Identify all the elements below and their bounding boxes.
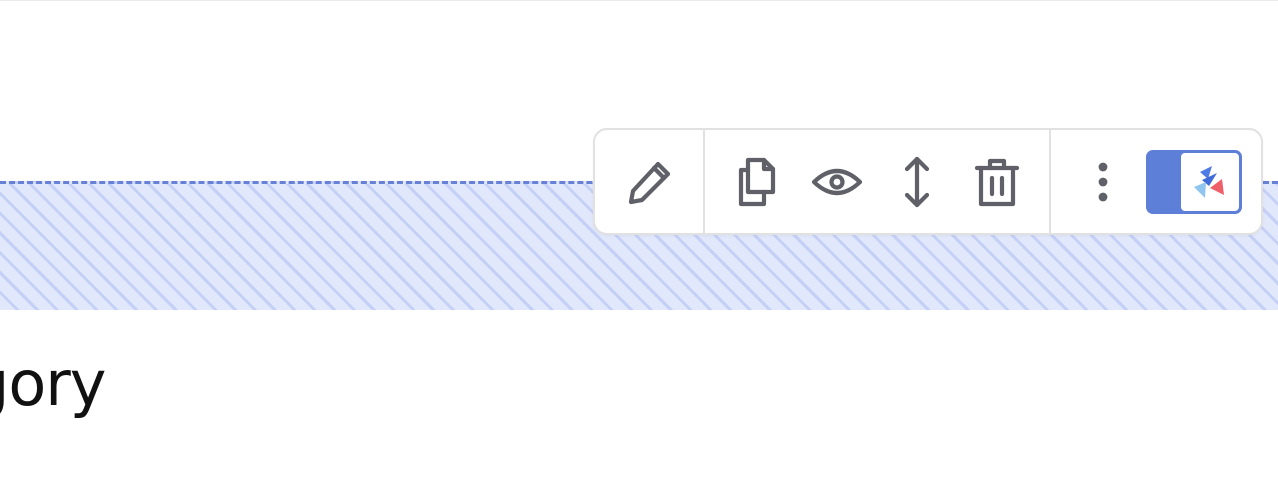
block-toolbar xyxy=(593,128,1263,235)
vertical-dots-icon xyxy=(1098,162,1108,202)
pencil-icon xyxy=(628,161,671,205)
extension-toggle-knob xyxy=(1181,153,1239,211)
toolbar-divider xyxy=(1049,130,1051,233)
toolbar-divider xyxy=(703,130,705,233)
delete-button[interactable] xyxy=(967,152,1027,212)
copy-icon xyxy=(738,157,776,207)
app-logo-icon xyxy=(1194,166,1224,198)
move-button[interactable] xyxy=(887,152,947,212)
extension-toggle[interactable] xyxy=(1146,150,1242,214)
edit-button[interactable] xyxy=(621,152,681,212)
vertical-arrows-icon xyxy=(904,156,930,208)
top-divider-line xyxy=(0,0,1278,1)
duplicate-button[interactable] xyxy=(727,152,787,212)
eye-icon xyxy=(811,168,863,196)
more-options-button[interactable] xyxy=(1073,152,1133,212)
trash-icon xyxy=(974,158,1020,207)
preview-button[interactable] xyxy=(807,152,867,212)
page-heading-text: gory xyxy=(0,347,106,420)
